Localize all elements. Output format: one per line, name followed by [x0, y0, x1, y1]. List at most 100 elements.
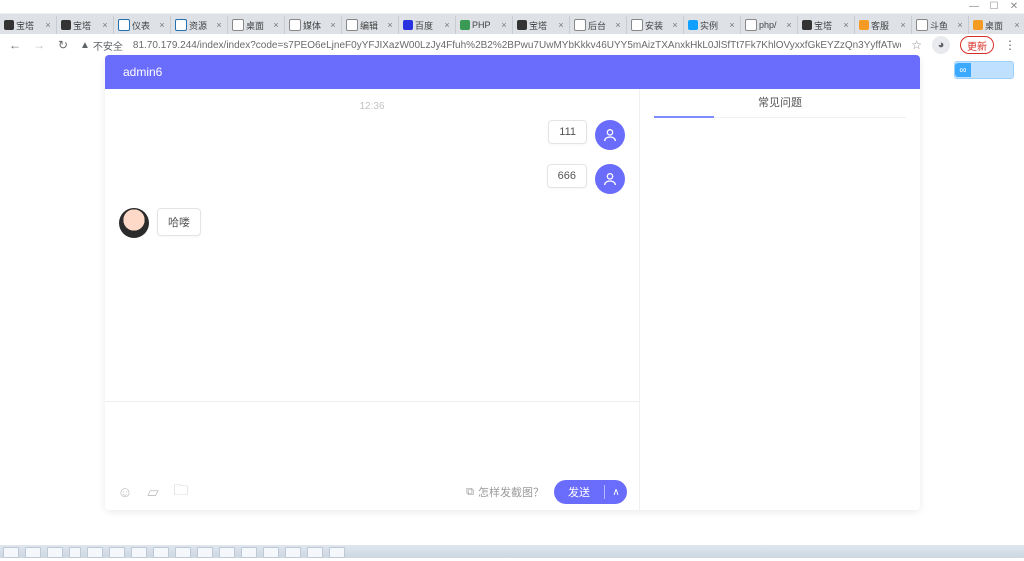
tab-close-icon[interactable]: × — [614, 20, 622, 30]
taskbar-item[interactable] — [3, 547, 19, 558]
screenshot-hint[interactable]: ⧉ 怎样发截图？ — [466, 484, 544, 500]
tab-favicon — [61, 20, 71, 30]
update-button[interactable]: 更新 — [960, 36, 994, 54]
tab-close-icon[interactable]: × — [158, 20, 166, 30]
window-close-button[interactable]: ✕ — [1008, 2, 1020, 12]
browser-tab[interactable]: 资源× — [171, 16, 228, 34]
tab-close-icon[interactable]: × — [1013, 20, 1021, 30]
taskbar-item[interactable] — [131, 547, 147, 558]
tab-close-icon[interactable]: × — [728, 20, 736, 30]
tab-favicon — [916, 19, 928, 31]
image-icon[interactable]: ▱ — [145, 484, 161, 500]
floating-cloud-widget[interactable]: ∞ — [954, 61, 1014, 79]
browser-tab[interactable]: 百度× — [399, 16, 456, 34]
tab-close-icon[interactable]: × — [215, 20, 223, 30]
taskbar-item[interactable] — [263, 547, 279, 558]
tab-label: php/ — [759, 20, 785, 30]
os-taskbar[interactable] — [0, 545, 1024, 558]
taskbar-item[interactable] — [219, 547, 235, 558]
taskbar-item[interactable] — [87, 547, 103, 558]
browser-menu-button[interactable]: ⋮ — [1004, 38, 1016, 52]
tab-label: 宝塔 — [16, 19, 44, 32]
send-button[interactable]: 发送 ∧ — [554, 480, 627, 504]
tab-label: 桌面 — [985, 19, 1013, 32]
tab-label: 百度 — [415, 19, 443, 32]
taskbar-item[interactable] — [109, 547, 125, 558]
browser-tab[interactable]: PHP× — [456, 16, 513, 34]
message-input[interactable] — [105, 402, 639, 474]
tab-close-icon[interactable]: × — [500, 20, 508, 30]
taskbar-item[interactable] — [285, 547, 301, 558]
browser-tab[interactable]: 媒体× — [285, 16, 342, 34]
security-indicator[interactable]: ▲ 不安全 — [80, 38, 123, 53]
taskbar-item[interactable] — [69, 547, 81, 558]
message-list[interactable]: 12:36 111666哈喽 — [105, 89, 639, 401]
tab-close-icon[interactable]: × — [671, 20, 679, 30]
browser-tab[interactable]: 后台× — [570, 16, 627, 34]
tab-close-icon[interactable]: × — [44, 20, 52, 30]
tab-favicon — [403, 20, 413, 30]
tab-label: 斗鱼 — [930, 19, 956, 32]
address-bar[interactable]: 81.70.179.244/index/index?code=s7PEO6eLj… — [133, 40, 901, 51]
browser-tab[interactable]: 宝塔× — [57, 16, 114, 34]
emoji-icon[interactable]: ☺ — [117, 484, 133, 500]
browser-tab[interactable]: 安装× — [627, 16, 684, 34]
tab-close-icon[interactable]: × — [386, 20, 394, 30]
browser-tab[interactable]: 宝塔× — [798, 16, 855, 34]
window-maximize-button[interactable]: ☐ — [988, 2, 1000, 12]
browser-tab[interactable]: 仪表× — [114, 16, 171, 34]
send-button-caret[interactable]: ∧ — [605, 487, 627, 498]
tab-label: 资源 — [189, 19, 215, 32]
browser-tabstrip: 宝塔×宝塔×仪表×资源×桌面×媒体×编辑×百度×PHP×宝塔×后台×安装×实例×… — [0, 14, 1024, 34]
taskbar-item[interactable] — [329, 547, 345, 558]
folder-icon[interactable]: 🗀 — [173, 484, 189, 500]
browser-tab[interactable]: 桌面× — [969, 16, 1024, 34]
tab-close-icon[interactable]: × — [842, 20, 850, 30]
tab-close-icon[interactable]: × — [443, 20, 451, 30]
tab-label: 仪表 — [132, 19, 158, 32]
taskbar-item[interactable] — [47, 547, 63, 558]
tab-favicon — [859, 20, 869, 30]
tab-close-icon[interactable]: × — [557, 20, 565, 30]
taskbar-item[interactable] — [241, 547, 257, 558]
message-bubble: 666 — [547, 164, 587, 188]
browser-tab[interactable]: 宝塔× — [513, 16, 570, 34]
tab-close-icon[interactable]: × — [956, 20, 964, 30]
browser-tab[interactable]: 桌面× — [228, 16, 285, 34]
nav-back-button[interactable]: ← — [8, 38, 22, 52]
profile-avatar-button[interactable]: ◕ — [932, 36, 950, 54]
tab-label: 编辑 — [360, 19, 386, 32]
taskbar-item[interactable] — [175, 547, 191, 558]
send-button-label: 发送 — [554, 484, 604, 500]
window-minimize-button[interactable]: — — [968, 2, 980, 12]
tab-label: 宝塔 — [73, 19, 101, 32]
browser-tab[interactable]: 斗鱼× — [912, 16, 969, 34]
browser-tab[interactable]: 实例× — [684, 16, 741, 34]
taskbar-item[interactable] — [197, 547, 213, 558]
tab-favicon — [118, 19, 130, 31]
browser-tab[interactable]: php/× — [741, 16, 798, 34]
browser-tab[interactable]: 编辑× — [342, 16, 399, 34]
cloud-icon: ∞ — [955, 63, 971, 77]
faq-sidebar: 常见问题 — [639, 89, 920, 510]
tab-favicon — [574, 19, 586, 31]
tab-close-icon[interactable]: × — [101, 20, 109, 30]
tab-close-icon[interactable]: × — [899, 20, 907, 30]
tab-label: 安装 — [645, 19, 671, 32]
taskbar-item[interactable] — [25, 547, 41, 558]
tab-close-icon[interactable]: × — [785, 20, 793, 30]
taskbar-item[interactable] — [307, 547, 323, 558]
browser-tab[interactable]: 客服× — [855, 16, 912, 34]
user-avatar — [595, 120, 625, 150]
message-bubble: 哈喽 — [157, 208, 201, 236]
tab-close-icon[interactable]: × — [272, 20, 280, 30]
browser-tab[interactable]: 宝塔× — [0, 16, 57, 34]
message-bubble: 111 — [548, 120, 587, 144]
nav-reload-button[interactable]: ↻ — [56, 38, 70, 52]
tab-favicon — [745, 19, 757, 31]
tab-close-icon[interactable]: × — [329, 20, 337, 30]
taskbar-item[interactable] — [153, 547, 169, 558]
bookmark-star-icon[interactable]: ☆ — [911, 38, 922, 52]
tab-label: 宝塔 — [814, 19, 842, 32]
nav-forward-button[interactable]: → — [32, 38, 46, 52]
